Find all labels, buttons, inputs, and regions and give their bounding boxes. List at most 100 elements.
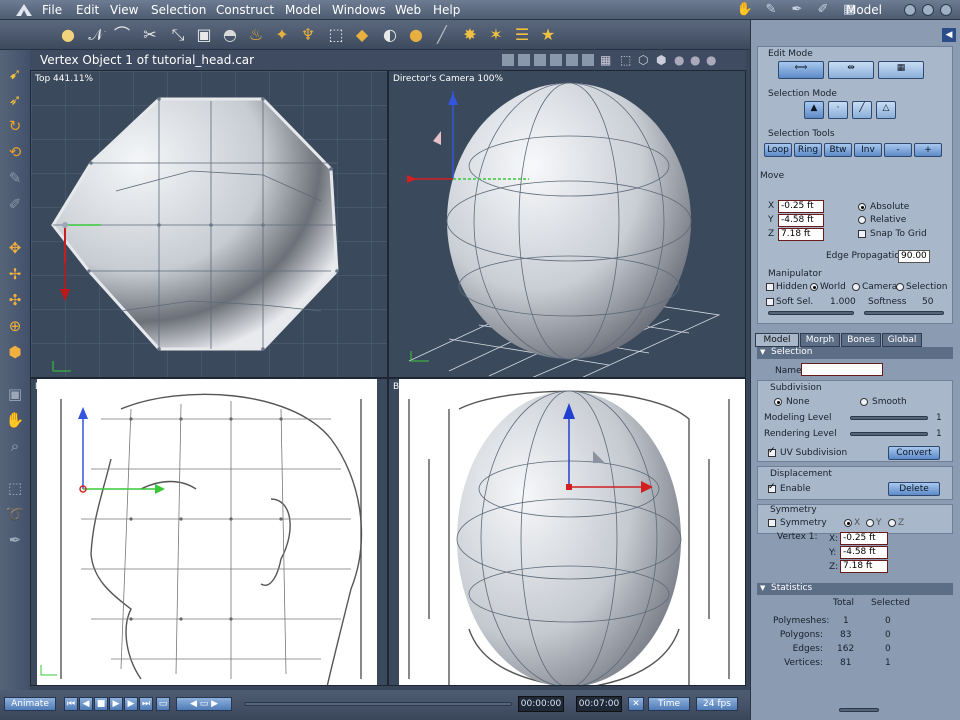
edit-mode-face-button[interactable]: ▦ [878, 61, 924, 79]
convert-button[interactable]: Convert [888, 446, 940, 460]
tab-global[interactable]: Global [882, 333, 922, 347]
absolute-radio[interactable] [858, 203, 866, 211]
move-z-field[interactable]: 7.18 ft [778, 228, 824, 241]
move-y-field[interactable]: -4.58 ft [778, 214, 824, 227]
sphere-tool-icon[interactable]: ● [58, 25, 78, 45]
world-radio[interactable] [810, 283, 818, 291]
plane-tool-icon[interactable]: ⬚ [326, 25, 346, 45]
symmetry-z-radio[interactable] [888, 519, 896, 527]
viewport-back[interactable]: Back [388, 378, 746, 686]
move-plane-icon[interactable]: ✢ [4, 264, 26, 284]
hidden-checkbox[interactable] [766, 283, 774, 291]
invert-button[interactable]: Inv [854, 143, 882, 157]
time-mode-select[interactable]: Time [648, 697, 690, 711]
lathe-tool-icon[interactable]: ⌒ [112, 25, 132, 45]
camera-tool-icon[interactable]: ▣ [4, 384, 26, 404]
layout-5-icon[interactable] [566, 54, 578, 66]
window-minimize-icon[interactable] [922, 4, 934, 16]
twist-tool-icon[interactable]: ⟲ [4, 142, 26, 162]
paint-room-icon[interactable]: ✎ [762, 2, 780, 18]
uv-subdivision-checkbox[interactable] [768, 446, 776, 457]
import-tool-icon[interactable]: ✶ [486, 25, 506, 45]
soft-sel-slider[interactable] [768, 311, 854, 315]
lasso-tool-icon[interactable]: ➰ [4, 504, 26, 524]
menu-selection[interactable]: Selection [151, 3, 206, 17]
prev-frame-button[interactable]: ◀ [79, 697, 93, 711]
layout-2-icon[interactable] [518, 54, 530, 66]
vertex-y-field[interactable]: -4.58 ft [840, 546, 888, 559]
menu-model[interactable]: Model [285, 3, 321, 17]
box-tool-icon[interactable]: ▣ [194, 25, 214, 45]
shrink-button[interactable]: - [884, 143, 912, 157]
layout-4-icon[interactable] [550, 54, 562, 66]
select-edges-icon[interactable]: · [828, 101, 848, 119]
shade-sphere-icon[interactable]: ● [674, 53, 684, 67]
hand-room-icon[interactable]: ✋ [736, 2, 754, 18]
rotate-all-icon[interactable]: ⊕ [4, 316, 26, 336]
loop-button[interactable]: Loop [764, 143, 792, 157]
viewport-top[interactable]: Top 441.11% [30, 70, 388, 378]
loop-button[interactable]: ▭ [156, 697, 170, 711]
subdivision-smooth-radio[interactable] [860, 398, 868, 406]
grid-icon[interactable]: ▦ [600, 53, 611, 67]
select-vertices-icon[interactable]: ▲ [804, 101, 824, 119]
line-tool-icon[interactable]: ╱ [432, 25, 452, 45]
edit-mode-edge-button[interactable]: ⇹ [828, 61, 874, 79]
stop-button[interactable]: ■ [94, 697, 108, 711]
panel-collapse-icon[interactable]: ◀ [942, 28, 956, 42]
zoom-tool-icon[interactable]: ⌕ [4, 436, 26, 456]
box-view-icon[interactable]: ⬚ [620, 53, 631, 67]
delete-button[interactable]: Delete [888, 482, 940, 496]
soft-sel-checkbox[interactable] [766, 298, 774, 306]
current-time[interactable]: 00:00:00 [518, 696, 564, 712]
star-tool-icon[interactable]: ★ [538, 25, 558, 45]
smooth-sphere-icon[interactable]: ● [690, 53, 700, 67]
layout-6-icon[interactable] [582, 54, 594, 66]
spline-tool-icon[interactable]: 𝒩 [86, 25, 106, 45]
render-mode-icon[interactable]: ⬢ [656, 53, 666, 67]
selection-radio[interactable] [896, 283, 904, 291]
knife-tool-icon[interactable]: ✂ [140, 25, 160, 45]
tab-bones[interactable]: Bones [841, 333, 881, 347]
move-x-field[interactable]: -0.25 ft [778, 200, 824, 213]
hemisphere-tool-icon[interactable]: ◓ [220, 25, 240, 45]
cup-tool-icon[interactable]: ♆ [298, 25, 318, 45]
skin-tool-icon[interactable]: ✦ [272, 25, 292, 45]
fps-select[interactable]: 24 fps [696, 697, 738, 711]
play-button[interactable]: ▶ [109, 697, 123, 711]
direct-select-icon[interactable]: ➶ [4, 90, 26, 110]
next-frame-button[interactable]: ▶ [124, 697, 138, 711]
cone-tool-icon[interactable]: ● [406, 25, 426, 45]
menu-file[interactable]: File [42, 3, 62, 17]
rotate-tool-icon[interactable]: ↻ [4, 116, 26, 136]
menu-web[interactable]: Web [395, 3, 421, 17]
texture-sphere-icon[interactable]: ● [706, 53, 716, 67]
hand-pan-icon[interactable]: ✋ [4, 410, 26, 430]
menu-windows[interactable]: Windows [332, 3, 386, 17]
between-button[interactable]: Btw [824, 143, 852, 157]
tab-morph[interactable]: Morph [800, 333, 840, 347]
name-field[interactable] [801, 363, 883, 376]
pen-tool-icon[interactable]: ✎ [4, 168, 26, 188]
grow-button[interactable]: + [914, 143, 942, 157]
softness-slider[interactable] [864, 311, 944, 315]
subdivision-none-radio[interactable] [774, 398, 782, 406]
modeling-level-slider[interactable] [850, 416, 928, 420]
extrude-tool-icon[interactable]: ⤡ [168, 25, 188, 45]
marquee-tool-icon[interactable]: ⬚ [4, 478, 26, 498]
eyedropper-tool-icon[interactable]: ✒ [4, 530, 26, 550]
brush-tool-icon[interactable]: ✐ [4, 194, 26, 214]
layout-3-icon[interactable] [534, 54, 546, 66]
symmetry-y-radio[interactable] [866, 519, 874, 527]
tab-model[interactable]: Model [755, 333, 799, 347]
relative-radio[interactable] [858, 216, 866, 224]
playback-controls[interactable]: ◀ ▭ ▶ [176, 697, 232, 711]
select-faces-icon[interactable]: ╱ [852, 101, 872, 119]
pen-room-icon[interactable]: ✒ [788, 2, 806, 18]
menu-help[interactable]: Help [433, 3, 460, 17]
viewport-camera[interactable]: Director's Camera 100% [388, 70, 746, 378]
symmetry-checkbox[interactable] [768, 519, 776, 527]
first-frame-button[interactable]: ⏮ [64, 697, 78, 711]
brush-room-icon[interactable]: ✐ [814, 2, 832, 18]
close-timeline-icon[interactable]: ✕ [628, 697, 644, 711]
